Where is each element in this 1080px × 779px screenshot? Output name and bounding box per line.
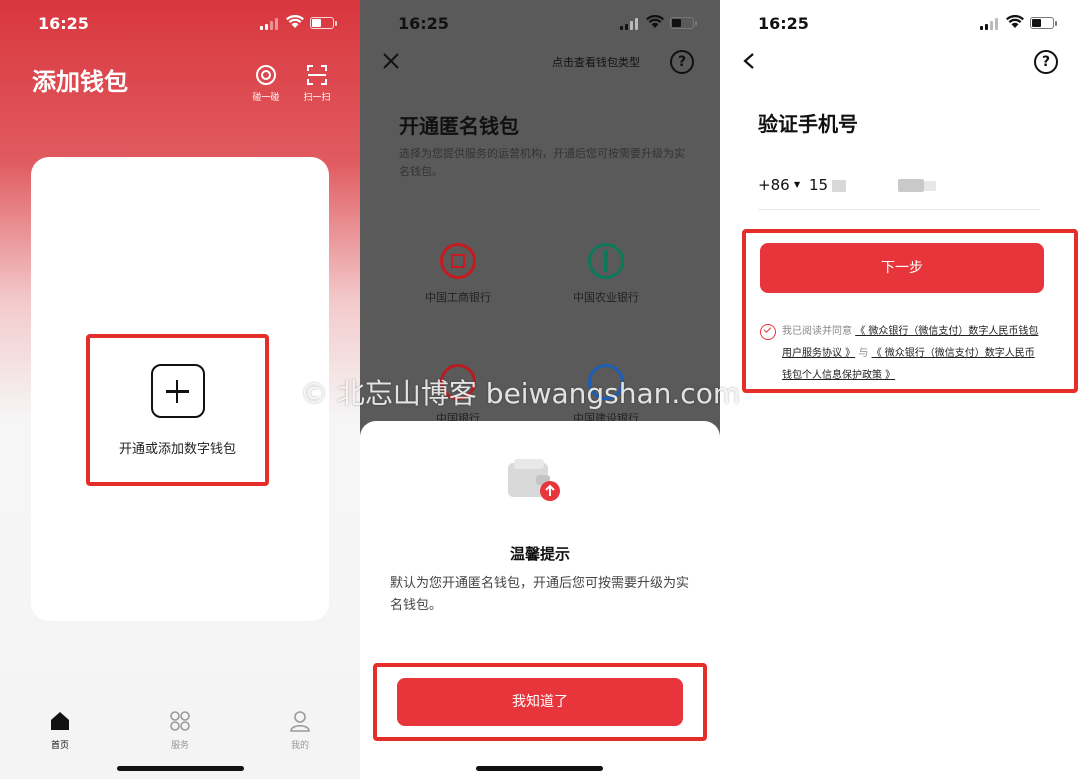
tips-title: 温馨提示: [509, 545, 570, 563]
tab-home-label: 首页: [50, 741, 69, 751]
next-button[interactable]: 下一步: [760, 243, 1044, 293]
bank-name: 中国工商银行: [425, 291, 491, 304]
tab-services[interactable]: 服务: [150, 710, 210, 751]
battery-icon: [1030, 17, 1057, 29]
bank-boc[interactable]: 中国银行: [398, 364, 518, 426]
battery-icon: [670, 17, 697, 29]
tips-sheet: 温馨提示 默认为您开通匿名钱包，开通后您可按需要升级为实名钱包。 我知道了: [360, 421, 720, 779]
scan-label: 扫一扫: [303, 93, 331, 103]
battery-icon: [310, 17, 337, 29]
person-icon: [290, 711, 310, 732]
tab-home[interactable]: 首页: [30, 710, 90, 751]
abc-logo-icon: [588, 243, 624, 279]
wifi-icon: [1006, 15, 1024, 28]
bank-icbc[interactable]: 中国工商银行: [398, 243, 518, 305]
status-time: 16:25: [758, 14, 809, 33]
grid-icon: [170, 711, 190, 731]
chevron-down-icon: ▼: [794, 180, 801, 189]
status-bar: 16:25: [0, 12, 360, 36]
tap-icon: [256, 65, 276, 85]
highlight-frame: 下一步 我已阅读并同意 《 微众银行（微信支付）数字人民币钱包用户服务协议 》 …: [742, 229, 1078, 393]
country-code[interactable]: +86: [758, 176, 790, 194]
scan-button[interactable]: 扫一扫: [295, 64, 339, 103]
tap-button[interactable]: 碰一碰: [244, 64, 288, 103]
icbc-logo-icon: [440, 243, 476, 279]
add-wallet-button[interactable]: 开通或添加数字钱包: [86, 334, 269, 486]
home-indicator: [117, 766, 244, 771]
help-icon[interactable]: ?: [1034, 50, 1058, 74]
phone-number: 15: [809, 176, 829, 194]
tab-services-label: 服务: [170, 741, 189, 751]
wifi-icon: [646, 15, 664, 28]
signal-icon: [980, 18, 998, 30]
wallet-type-link[interactable]: 点击查看钱包类型: [552, 54, 640, 70]
masked-digits: [832, 180, 846, 192]
page-title: 开通匿名钱包: [399, 114, 519, 138]
signal-icon: [620, 18, 638, 30]
bank-name: 中国农业银行: [573, 291, 639, 304]
add-wallet-screen: 16:25 添加钱包 碰一碰 扫一扫 开通或添加数字钱包 首页 服务 我的: [0, 0, 360, 779]
agree-prefix: 我已阅读并同意: [782, 326, 852, 337]
agree-and: 与: [858, 348, 869, 359]
ccb-logo-icon: [588, 364, 624, 400]
back-icon[interactable]: [742, 52, 756, 70]
got-it-button[interactable]: 我知道了: [397, 678, 683, 726]
tab-bar: 首页 服务 我的: [0, 704, 360, 779]
tips-body: 默认为您开通匿名钱包，开通后您可按需要升级为实名钱包。: [390, 576, 690, 613]
page-title: 添加钱包: [32, 68, 128, 96]
tab-mine-label: 我的: [290, 741, 309, 751]
help-icon[interactable]: ?: [670, 50, 694, 74]
wifi-icon: [286, 15, 304, 28]
bank-ccb[interactable]: 中国建设银行: [546, 364, 666, 426]
scan-icon: [307, 65, 327, 85]
close-icon[interactable]: [382, 52, 400, 70]
verify-phone-screen: 16:25 ? 验证手机号 +86 ▼ 15 下一步 我已阅读并同意 《 微众银…: [720, 0, 1080, 779]
anonymous-wallet-screen: 16:25 点击查看钱包类型 ? 开通匿名钱包 选择为您提供服务的运营机构，开通…: [360, 0, 720, 779]
status-time: 16:25: [398, 14, 449, 33]
status-bar: 16:25: [360, 12, 720, 36]
masked-digits: [924, 181, 936, 191]
agreement-text: 我已阅读并同意 《 微众银行（微信支付）数字人民币钱包用户服务协议 》 与 《 …: [782, 321, 1044, 387]
phone-field[interactable]: +86 ▼ 15: [758, 170, 1040, 210]
add-wallet-label: 开通或添加数字钱包: [118, 442, 236, 457]
page-title: 验证手机号: [758, 112, 858, 136]
home-icon: [51, 712, 69, 730]
highlight-frame: 我知道了: [373, 663, 707, 741]
wallet-upgrade-icon: [508, 459, 560, 501]
agree-checkbox[interactable]: [760, 324, 776, 340]
signal-icon: [260, 18, 278, 30]
masked-digits: [898, 179, 924, 192]
plus-icon: [150, 364, 205, 418]
home-indicator: [476, 766, 603, 771]
tab-mine[interactable]: 我的: [270, 710, 330, 751]
status-time: 16:25: [38, 14, 89, 33]
bank-abc[interactable]: 中国农业银行: [546, 243, 666, 305]
status-bar: 16:25: [720, 12, 1080, 36]
tap-label: 碰一碰: [252, 93, 280, 103]
page-description: 选择为您提供服务的运营机构，开通后您可按需要升级为实名钱包。: [399, 147, 685, 178]
boc-logo-icon: [440, 364, 476, 400]
